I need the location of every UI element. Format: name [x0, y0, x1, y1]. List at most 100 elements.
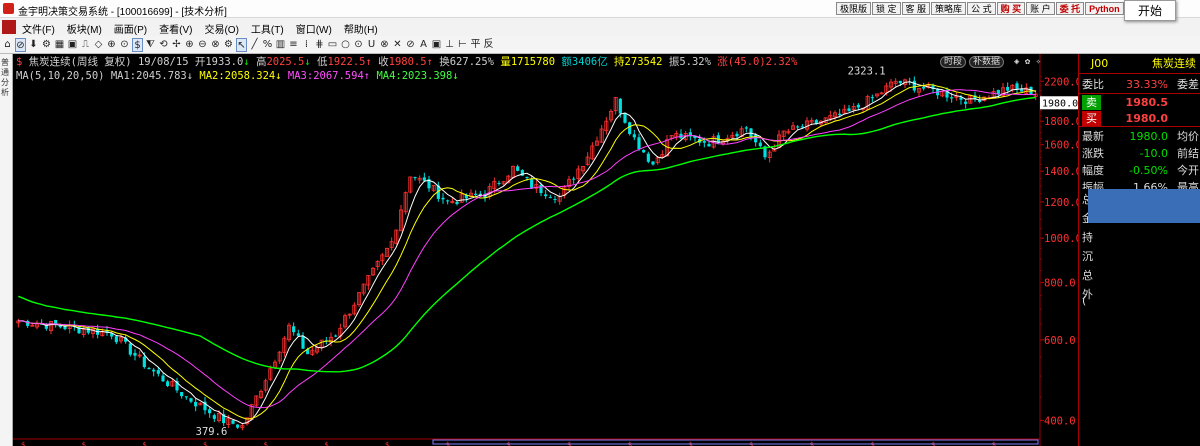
quote-info-bar: $ 焦炭连续(周线 复权) 19/08/15 开1933.0↓ 高2025.5↓… [16, 56, 797, 69]
y-tick-label: 1600.0 [1044, 140, 1078, 152]
app-logo-icon [3, 3, 14, 14]
candle-body [735, 133, 739, 137]
ma2-arrow: ↓ [275, 70, 282, 82]
menu-file[interactable]: 文件(F) [22, 21, 55, 36]
zoom-out-icon[interactable]: ⊖ [197, 38, 208, 52]
today-open-label: 今开 [1177, 164, 1199, 177]
annotation-low: 379.6 [196, 426, 228, 438]
tag-fill-data[interactable]: 补数据 [969, 56, 1005, 68]
link-icon[interactable]: ⊘ [15, 37, 26, 52]
candle-body [156, 370, 160, 374]
top-button-express[interactable]: 极限版 [836, 2, 872, 15]
zoom-reset-icon[interactable]: ⊗ [210, 38, 221, 52]
flag-down-icon[interactable]: ⊥ [444, 38, 455, 52]
zoom-in-icon[interactable]: ⊕ [184, 38, 195, 52]
candle-body [623, 112, 627, 123]
app-menu-icon[interactable] [2, 20, 16, 34]
flag-up-icon[interactable]: ⊢ [457, 38, 468, 52]
amount-value: 3406亿 [571, 56, 608, 68]
menu-view[interactable]: 查看(V) [159, 21, 192, 36]
flat-button[interactable]: 平 [470, 38, 481, 52]
candle-body [898, 80, 902, 84]
circle-icon[interactable]: ⊙ [119, 38, 130, 52]
reverse-button[interactable]: 反 [483, 38, 494, 52]
low-arrow: ↑ [365, 56, 372, 68]
top-button-formula[interactable]: 公 式 [967, 2, 996, 15]
low-label: 低 [317, 56, 328, 68]
settings-icon[interactable]: ⚙ [41, 38, 52, 52]
candle-body [152, 369, 156, 372]
menu-trade[interactable]: 交易(O) [204, 21, 238, 36]
top-button-account[interactable]: 账 户 [1026, 2, 1055, 15]
menu-screen[interactable]: 画面(P) [114, 21, 147, 36]
menu-tools[interactable]: 工具(T) [251, 21, 284, 36]
candle-body [870, 97, 874, 99]
magnet-icon[interactable]: U [366, 38, 377, 52]
kline-chart[interactable]: 2200.02000.01800.01600.01400.01200.01000… [13, 54, 1078, 446]
top-button-buy[interactable]: 购 买 [996, 2, 1026, 15]
grid-icon[interactable]: ▦ [54, 38, 65, 52]
tag-icons[interactable]: ◈ ✿ ✧ [1014, 57, 1041, 67]
diamond-icon[interactable]: ◇ [93, 38, 104, 52]
start-button[interactable]: 开始 [1124, 0, 1176, 21]
weibi-value: 33.33% [1126, 78, 1168, 91]
text-tool-icon[interactable]: A [418, 38, 429, 52]
channel-tool-icon[interactable]: ▥ [275, 38, 286, 52]
vline-tool-icon[interactable]: ⁞ [301, 38, 312, 52]
sell-price: 1980.5 [1125, 96, 1168, 109]
candle-body [950, 97, 954, 99]
layout-icon[interactable]: ▣ [67, 38, 78, 52]
home-icon[interactable]: ⌂ [2, 38, 13, 52]
lock-tool-icon[interactable]: ⊘ [405, 38, 416, 52]
ma2-value: 2058.324 [224, 70, 276, 82]
bracket-icon[interactable]: ⎍ [80, 38, 91, 52]
selection-overlay[interactable] [1088, 189, 1200, 223]
candle-body [628, 122, 632, 135]
tool-bar: ⌂ ⊘ ⬇ ⚙ ▦ ▣ ⎍ ◇ ⊕ ⊙ $ ⧨ ⟲ ✢ ⊕ ⊖ ⊗ ⚙ ↖ ╱ … [0, 36, 1200, 54]
candle-body [413, 177, 417, 179]
menu-help[interactable]: 帮助(H) [344, 21, 378, 36]
cursor-icon[interactable]: ↖ [236, 37, 247, 52]
tag-session[interactable]: 时段 [940, 56, 967, 68]
sidebar-tab[interactable]: 普通 分析 [1, 58, 11, 98]
move-icon[interactable]: ✢ [171, 38, 182, 52]
candle-body [632, 134, 636, 138]
ma3-label: MA3: [287, 70, 314, 82]
hash-tool-icon[interactable]: ⋕ [314, 38, 325, 52]
candle-body [194, 401, 198, 407]
circle-tool-icon[interactable]: ⊙ [353, 38, 364, 52]
box-tool-icon[interactable]: ▣ [431, 38, 442, 52]
candle-body [707, 143, 711, 147]
gear-icon[interactable]: ⚙ [223, 38, 234, 52]
menu-window[interactable]: 窗口(W) [296, 21, 332, 36]
change-value: (45.0)2.32% [727, 56, 798, 68]
menu-sector[interactable]: 板块(M) [67, 21, 102, 36]
buy-label: 买 [1082, 111, 1101, 126]
x-tick-mark: $ [264, 441, 268, 446]
top-button-order[interactable]: 委 托 [1055, 2, 1085, 15]
rect-tool-icon[interactable]: ▭ [327, 38, 338, 52]
line-tool-icon[interactable]: ╱ [249, 38, 260, 52]
last-price-label: 1980.0 [1042, 98, 1078, 109]
period-label: (周线 复权) [70, 56, 132, 68]
top-button-lock[interactable]: 锁 定 [872, 2, 901, 15]
top-button-service[interactable]: 客 服 [901, 2, 931, 15]
refresh-icon[interactable]: ⟲ [158, 38, 169, 52]
fib-tool-icon[interactable]: ≡ [288, 38, 299, 52]
ma4-arrow: ↓ [452, 70, 459, 82]
candle-body [758, 142, 762, 147]
annotation-high: 2323.1 [848, 65, 886, 77]
dollar-small-icon: $ [16, 56, 23, 68]
percent-tool-icon[interactable]: % [262, 38, 273, 52]
delete-icon[interactable]: ✕ [392, 38, 403, 52]
top-button-strategy[interactable]: 策略库 [931, 2, 967, 15]
ma4-value: 2023.398 [401, 70, 453, 82]
filter-icon[interactable]: ⧨ [145, 38, 156, 52]
download-icon[interactable]: ⬇ [28, 38, 39, 52]
dollar-icon[interactable]: $ [132, 37, 143, 52]
target-icon[interactable]: ⊕ [106, 38, 117, 52]
candle-body [292, 326, 296, 333]
top-button-python[interactable]: Python [1085, 2, 1124, 15]
ellipse-tool-icon[interactable]: ○ [340, 38, 351, 52]
erase-icon[interactable]: ⊗ [379, 38, 390, 52]
